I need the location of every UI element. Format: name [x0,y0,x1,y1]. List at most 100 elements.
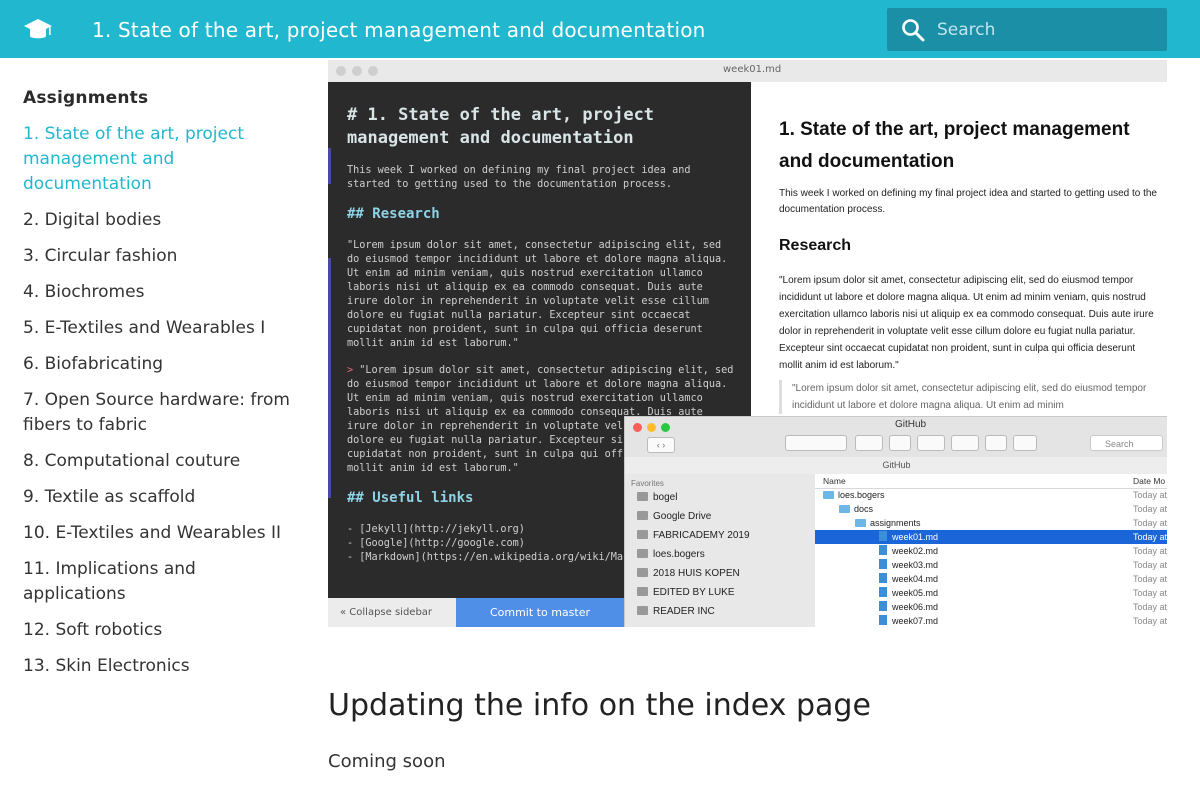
folder-icon [637,530,648,539]
favorite-item[interactable]: Google Drive [637,511,711,522]
editor-titlebar: week01.md [328,60,1167,83]
minimize-icon[interactable] [647,423,656,432]
file-row-name: week02.md [879,544,938,558]
sidebar-list: 1. State of the art, project management … [23,122,293,679]
finder-search[interactable]: Search [1090,435,1163,451]
sidebar-item[interactable]: 13. Skin Electronics [23,654,293,679]
column-name[interactable]: Name [823,476,846,486]
file-row[interactable]: week06.md Today at [815,600,1167,614]
preview-subheading: Research [779,237,852,254]
view-mode-icons[interactable] [785,435,847,451]
favorite-item[interactable]: 2018 HUIS KOPEN [637,568,740,579]
close-icon[interactable] [633,423,642,432]
file-row-name: week06.md [879,600,938,614]
favorite-label: Google Drive [653,511,712,522]
sidebar-item[interactable]: 4. Biochromes [23,280,293,305]
favorite-item[interactable]: FABRICADEMY 2019 [637,530,750,541]
md-subheading: ## Useful links [347,490,474,506]
md-heading: # 1. State of the art, project managemen… [347,105,655,148]
file-row[interactable]: week02.md Today at [815,544,1167,558]
sidebar-item[interactable]: 3. Circular fashion [23,244,293,269]
md-paragraph: "Lorem ipsum dolor sit amet, consectetur… [347,240,728,349]
tag-icon[interactable] [1013,435,1037,451]
preview-blockquote: "Lorem ipsum dolor sit amet, consectetur… [779,380,1167,414]
file-row-name: week07.md [879,614,938,627]
file-row-name: docs [839,502,873,516]
file-row[interactable]: week04.md Today at [815,572,1167,586]
favorite-item[interactable]: loes.bogers [637,549,705,560]
finder-path: GitHub [625,457,1167,475]
preview-heading: 1. State of the art, project management … [779,119,1130,172]
gear-icon[interactable] [951,435,979,451]
file-name: week06.md [892,602,939,612]
folder-icon [637,568,648,577]
sidebar-item[interactable]: 11. Implications and applications [23,557,293,607]
file-date: Today at [1133,518,1167,528]
file-date: Today at [1133,504,1167,514]
gutter-marker [328,258,331,498]
file-row[interactable]: docs Today at [815,502,1167,516]
sidebar-item[interactable]: 5. E-Textiles and Wearables I [23,316,293,341]
sidebar-item[interactable]: 2. Digital bodies [23,208,293,233]
sidebar-item[interactable]: 9. Textile as scaffold [23,485,293,510]
collapse-sidebar-button[interactable]: « Collapse sidebar [328,598,456,627]
file-row[interactable]: week05.md Today at [815,586,1167,600]
file-row-name: loes.bogers [823,488,885,502]
column-date[interactable]: Date Mo [1133,476,1165,486]
window-dot [368,66,378,76]
editor-filename: week01.md [723,64,782,75]
folder-icon [637,606,648,615]
upload-icon[interactable] [985,435,1007,451]
commit-button[interactable]: Commit to master [456,598,624,627]
favorite-item[interactable]: READER INC [637,606,715,617]
file-name: week01.md [892,532,939,542]
favorite-item[interactable]: EDITED BY LUKE [637,587,735,598]
file-date: Today at [1133,560,1167,570]
finder-window: GitHub ‹ › Search GitHub Favorites bogel… [624,416,1167,627]
file-list-header: Name Date Mo [815,474,1167,489]
md-paragraph: This week I worked on defining my final … [347,165,691,190]
favorite-label: EDITED BY LUKE [653,587,735,598]
favorites-label: Favorites [631,479,664,488]
file-date: Today at [1133,532,1167,542]
file-name: loes.bogers [838,490,885,500]
gutter-marker [328,148,331,184]
group-icon[interactable] [917,435,945,451]
sidebar-item[interactable]: 6. Biofabricating [23,352,293,377]
favorite-label: bogel [653,492,678,503]
sidebar-item[interactable]: 7. Open Source hardware: from fibers to … [23,388,293,438]
folder-icon [823,491,834,499]
file-icon [879,615,887,625]
file-name: week07.md [892,616,939,626]
graduation-cap-icon[interactable] [24,17,52,43]
file-row-name: week01.md [879,530,938,544]
file-row-name: week04.md [879,572,938,586]
file-row[interactable]: week07.md Today at [815,614,1167,627]
file-row[interactable]: week03.md Today at [815,558,1167,572]
file-date: Today at [1133,546,1167,556]
maximize-icon[interactable] [661,423,670,432]
file-row[interactable]: assignments Today at [815,516,1167,530]
preview-paragraph: "Lorem ipsum dolor sit amet, consectetur… [779,275,1154,371]
file-date: Today at [1133,588,1167,598]
search-box[interactable] [887,8,1167,51]
md-subheading: ## Research [347,206,440,222]
file-row-name: week03.md [879,558,938,572]
sidebar-item[interactable]: 8. Computational couture [23,449,293,474]
file-row-name: assignments [855,516,921,530]
file-row[interactable]: week01.md Today at [815,530,1167,544]
sidebar-item[interactable]: 10. E-Textiles and Wearables II [23,521,293,546]
share-icon[interactable] [889,435,911,451]
folder-icon [855,519,866,527]
favorite-item[interactable]: bogel [637,492,677,503]
sidebar-item[interactable]: 1. State of the art, project management … [23,122,293,197]
arrange-icon[interactable] [855,435,883,451]
search-input[interactable] [937,8,1157,51]
finder-titlebar: GitHub ‹ › Search [625,417,1167,457]
editor-screenshot: week01.md # 1. State of the art, project… [328,60,1167,627]
search-icon [902,19,925,42]
back-forward-buttons[interactable]: ‹ › [647,437,675,453]
finder-sidebar: Favorites bogel Google Drive FABRICADEMY 2… [625,474,815,627]
file-row[interactable]: loes.bogers Today at [815,488,1167,502]
sidebar-item[interactable]: 12. Soft robotics [23,618,293,643]
